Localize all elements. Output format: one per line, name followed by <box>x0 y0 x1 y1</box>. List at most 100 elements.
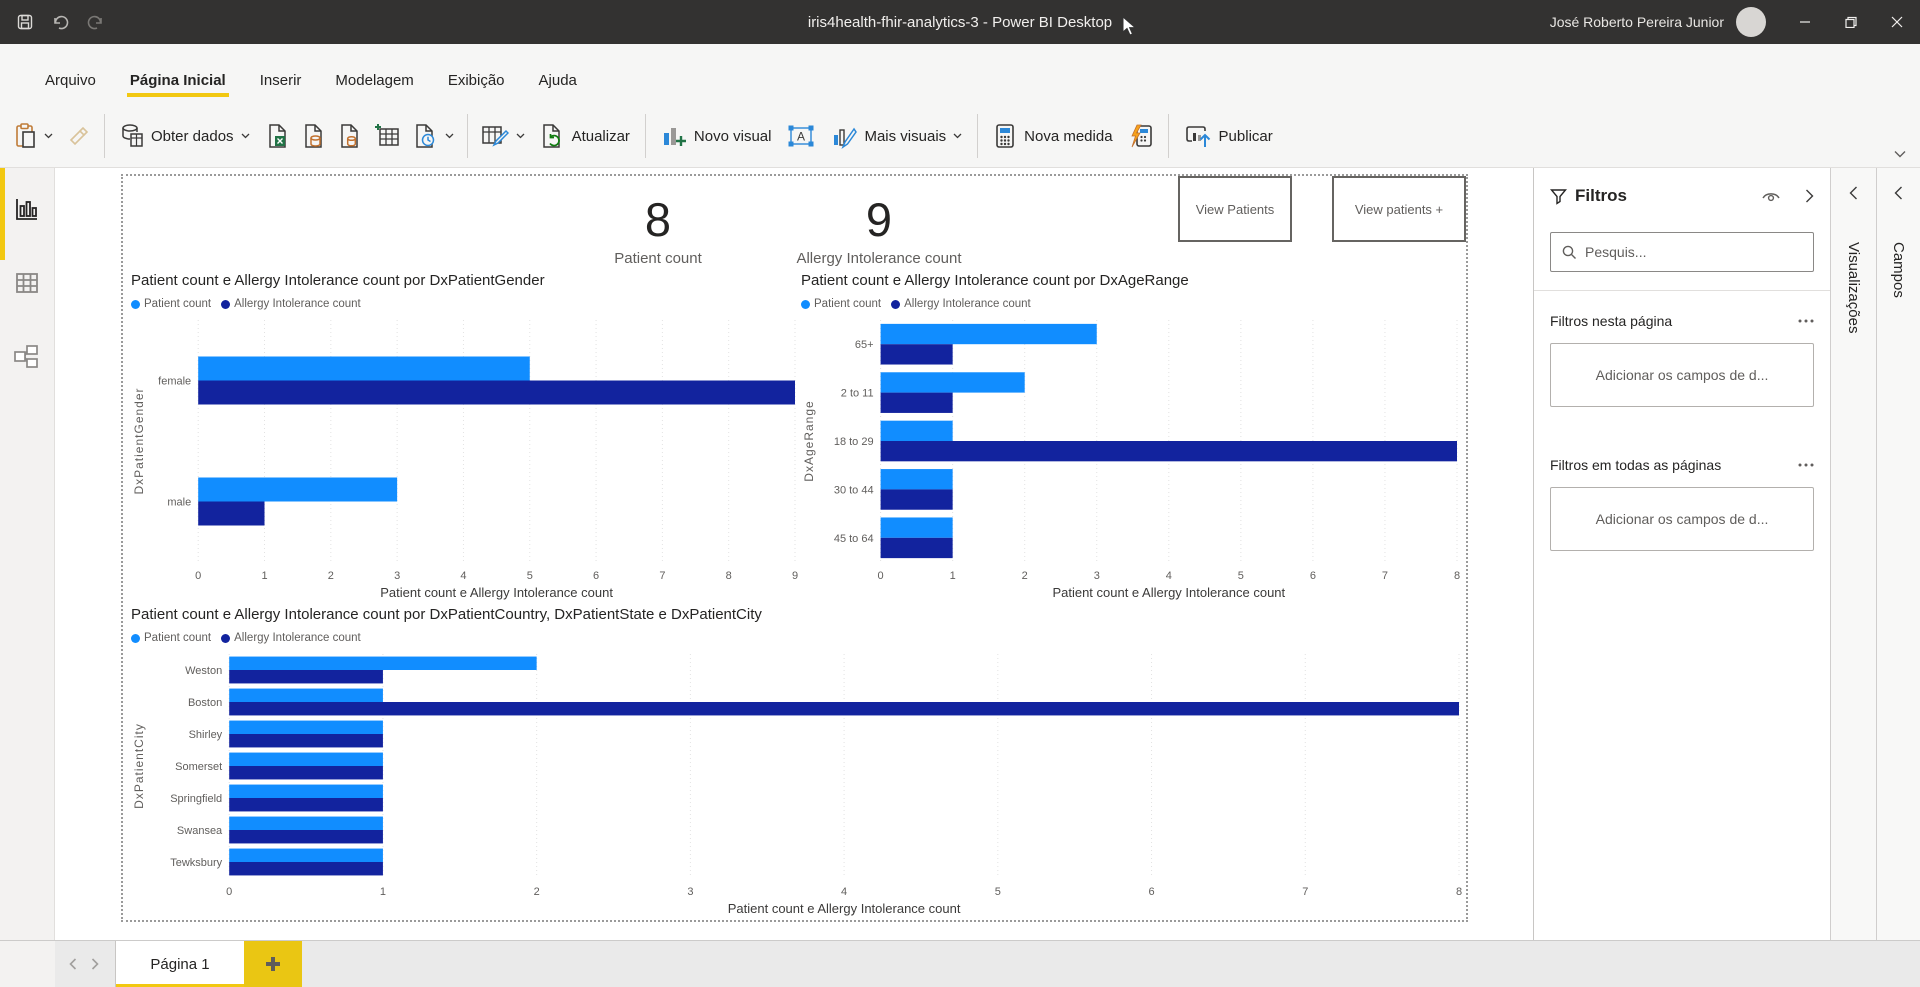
data-hub-button[interactable] <box>295 113 331 159</box>
close-button[interactable] <box>1874 0 1920 44</box>
previous-page-icon[interactable] <box>69 958 77 970</box>
svg-text:3: 3 <box>687 886 693 898</box>
view-rail <box>0 168 55 940</box>
kpi-value: 9 <box>769 194 989 246</box>
refresh-button[interactable]: Atualizar <box>532 113 639 159</box>
fields-pane-label: Campos <box>1890 242 1907 298</box>
svg-text:3: 3 <box>394 570 400 582</box>
titlebar: iris4health-fhir-analytics-3 - Power BI … <box>0 0 1920 44</box>
report-view-button[interactable] <box>14 196 40 222</box>
text-box-button[interactable]: A <box>780 113 822 159</box>
transform-data-button[interactable] <box>474 113 532 159</box>
fields-pane-collapsed[interactable]: Campos <box>1876 168 1920 940</box>
chart-gender[interactable]: Patient count e Allergy Intolerance coun… <box>131 272 803 602</box>
minimize-button[interactable] <box>1782 0 1828 44</box>
visualizations-pane-collapsed[interactable]: Visualizações <box>1830 168 1876 940</box>
kpi-patient-count[interactable]: 8 Patient count <box>548 194 768 267</box>
svg-text:5: 5 <box>995 886 1001 898</box>
next-page-icon[interactable] <box>91 958 99 970</box>
data-view-button[interactable] <box>14 270 40 296</box>
more-options-icon[interactable] <box>1798 319 1814 323</box>
excel-workbook-button[interactable] <box>259 113 295 159</box>
add-page-button[interactable] <box>244 941 302 987</box>
toolbar-separator <box>104 114 105 158</box>
publish-button[interactable]: Publicar <box>1175 113 1282 159</box>
chart-city[interactable]: Patient count e Allergy Intolerance coun… <box>131 606 1467 918</box>
svg-text:4: 4 <box>1166 570 1172 582</box>
tab-pagina-inicial[interactable]: Página Inicial <box>113 72 243 105</box>
view-patients-button[interactable]: View Patients <box>1178 176 1292 242</box>
maximize-button[interactable] <box>1828 0 1874 44</box>
svg-text:4: 4 <box>460 570 466 582</box>
kpi-label: Allergy Intolerance count <box>769 250 989 267</box>
sql-server-button[interactable] <box>331 113 367 159</box>
new-measure-button[interactable]: Nova medida <box>984 113 1121 159</box>
mouse-cursor <box>1122 16 1138 43</box>
redo-icon[interactable] <box>86 13 106 31</box>
eye-icon[interactable] <box>1761 189 1781 203</box>
svg-text:male: male <box>167 497 191 509</box>
filters-panel: Filtros Filtros nesta página Adicionar o… <box>1533 168 1830 940</box>
ribbon-tab-strip: Arquivo Página Inicial Inserir Modelagem… <box>0 44 1920 105</box>
new-visual-button[interactable]: Novo visual <box>652 113 781 159</box>
filters-search[interactable] <box>1550 232 1814 272</box>
svg-text:1: 1 <box>950 570 956 582</box>
account-name[interactable]: José Roberto Pereira Junior <box>1550 14 1724 30</box>
legend-item: Allergy Intolerance count <box>891 298 1031 310</box>
tab-exibicao[interactable]: Exibição <box>431 72 522 105</box>
svg-text:7: 7 <box>659 570 665 582</box>
active-view-indicator <box>0 168 5 260</box>
database-icon <box>120 123 144 149</box>
avatar[interactable] <box>1736 7 1766 37</box>
divider <box>1534 290 1830 291</box>
expand-pane-icon[interactable] <box>1849 186 1858 200</box>
kpi-allergy-count[interactable]: 9 Allergy Intolerance count <box>769 194 989 267</box>
chart-plot: 01234567865+2 to 1118 to 2930 to 4445 to… <box>801 314 1465 602</box>
tab-arquivo[interactable]: Arquivo <box>28 72 113 105</box>
search-input[interactable] <box>1585 244 1803 260</box>
svg-text:DxAgeRange: DxAgeRange <box>802 400 816 481</box>
model-view-button[interactable] <box>13 344 41 370</box>
paste-button[interactable] <box>8 113 60 159</box>
chart-title: Patient count e Allergy Intolerance coun… <box>801 272 1465 294</box>
page-tab-pagina-1[interactable]: Página 1 <box>116 941 244 987</box>
get-data-button[interactable]: Obter dados <box>111 113 259 159</box>
svg-text:0: 0 <box>878 570 884 582</box>
view-patients-plus-button[interactable]: View patients + <box>1332 176 1466 242</box>
tab-modelagem[interactable]: Modelagem <box>318 72 430 105</box>
svg-text:8: 8 <box>1456 886 1462 898</box>
collapse-filters-icon[interactable] <box>1805 189 1814 203</box>
chart-title: Patient count e Allergy Intolerance coun… <box>131 606 1467 628</box>
svg-text:DxPatientCity: DxPatientCity <box>132 723 146 809</box>
svg-text:3: 3 <box>1094 570 1100 582</box>
toolbar-separator <box>1168 114 1169 158</box>
report-canvas[interactable]: 8 Patient count 9 Allergy Intolerance co… <box>55 168 1533 940</box>
bar-chart-icon <box>661 123 687 149</box>
report-page[interactable]: 8 Patient count 9 Allergy Intolerance co… <box>121 174 1468 922</box>
chevron-down-icon <box>445 133 454 139</box>
recent-sources-button[interactable] <box>407 113 461 159</box>
legend-item: Allergy Intolerance count <box>221 632 361 644</box>
svg-text:5: 5 <box>1238 570 1244 582</box>
chart-legend: Patient countAllergy Intolerance count <box>801 294 1465 314</box>
svg-text:Boston: Boston <box>188 697 222 709</box>
collapse-ribbon-button[interactable] <box>1894 145 1906 163</box>
toolbar-separator <box>645 114 646 158</box>
expand-pane-icon[interactable] <box>1894 186 1903 200</box>
toolbar-separator <box>977 114 978 158</box>
chart-age-range[interactable]: Patient count e Allergy Intolerance coun… <box>801 272 1465 602</box>
svg-text:8: 8 <box>1454 570 1460 582</box>
enter-data-button[interactable] <box>367 113 407 159</box>
all-pages-filters-dropzone[interactable]: Adicionar os campos de d... <box>1550 487 1814 551</box>
tab-ajuda[interactable]: Ajuda <box>522 72 594 105</box>
tab-inserir[interactable]: Inserir <box>243 72 319 105</box>
save-icon[interactable] <box>16 13 34 31</box>
filter-icon <box>1550 188 1567 205</box>
page-filters-dropzone[interactable]: Adicionar os campos de d... <box>1550 343 1814 407</box>
quick-measure-button[interactable] <box>1122 113 1162 159</box>
undo-icon[interactable] <box>50 13 70 31</box>
chart-plot: 0123456789femalemalePatient count e Alle… <box>131 314 803 602</box>
more-options-icon[interactable] <box>1798 463 1814 467</box>
format-painter-button[interactable] <box>60 113 98 159</box>
more-visuals-button[interactable]: Mais visuais <box>822 113 971 159</box>
